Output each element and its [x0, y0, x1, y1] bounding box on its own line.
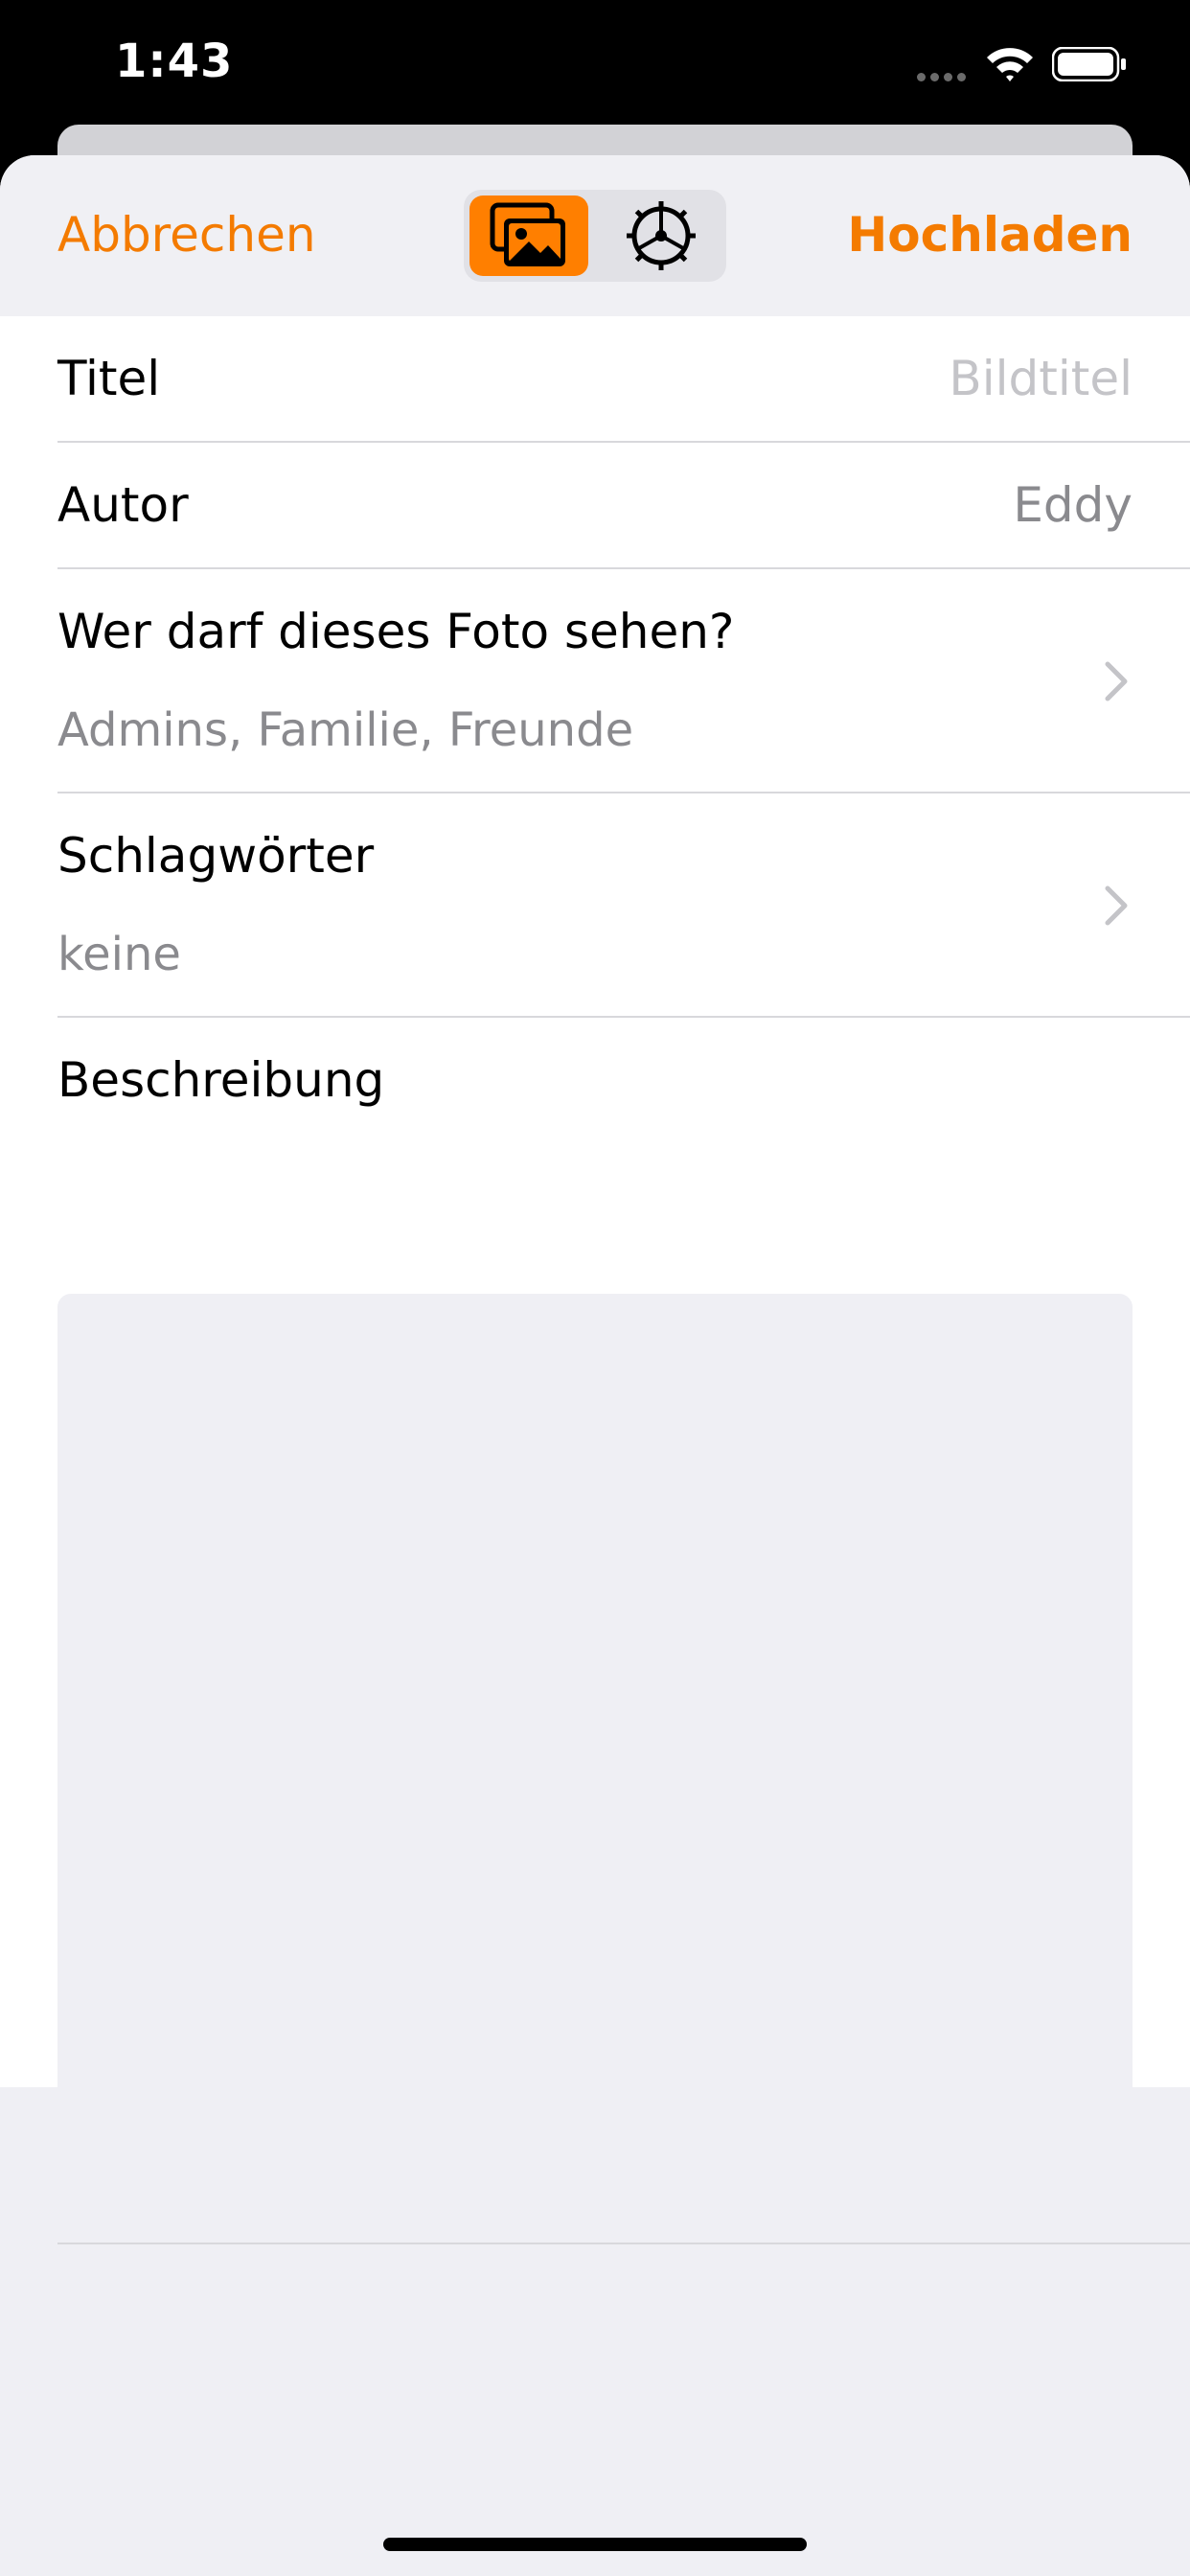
chevron-right-icon: [1105, 661, 1128, 702]
privacy-value: Admins, Familie, Freunde: [57, 703, 634, 757]
cancel-button[interactable]: Abbrechen: [57, 207, 316, 263]
navigation-bar: Abbrechen Hochladen: [0, 155, 1190, 317]
title-label: Titel: [57, 351, 161, 406]
privacy-label: Wer darf dieses Foto sehen?: [57, 604, 735, 659]
upload-sheet: Abbrechen Hochladen Titel Bildtitel Auto…: [0, 155, 1190, 2576]
author-label: Autor: [57, 477, 189, 533]
battery-icon: [1052, 47, 1126, 81]
status-time: 1:43: [115, 34, 234, 88]
photos-icon: [490, 202, 565, 266]
author-row[interactable]: Autor Eddy: [0, 443, 1190, 569]
home-indicator: [383, 2538, 807, 2551]
author-input[interactable]: Eddy: [1013, 477, 1133, 533]
title-row[interactable]: Titel Bildtitel: [0, 316, 1190, 443]
upload-form: Titel Bildtitel Autor Eddy Wer darf dies…: [0, 316, 1190, 2369]
segment-photo[interactable]: [469, 196, 588, 276]
segment-settings[interactable]: [602, 196, 721, 276]
upload-button[interactable]: Hochladen: [847, 207, 1133, 263]
title-input[interactable]: Bildtitel: [949, 351, 1133, 406]
tags-value: keine: [57, 928, 181, 981]
description-textarea[interactable]: [57, 1294, 1133, 2369]
segmented-control: [464, 190, 726, 282]
wifi-icon: [987, 48, 1033, 81]
tags-row[interactable]: Schlagwörter keine: [0, 794, 1190, 1018]
divider: [57, 1016, 1190, 1018]
gear-icon: [627, 201, 696, 270]
status-bar: 1:43: [0, 0, 1190, 129]
privacy-row[interactable]: Wer darf dieses Foto sehen? Admins, Fami…: [0, 569, 1190, 794]
tags-label: Schlagwörter: [57, 828, 375, 884]
description-label: Beschreibung: [57, 1052, 385, 1108]
chevron-right-icon: [1105, 886, 1128, 926]
divider: [57, 2242, 1190, 2244]
cellular-signal-icon: [917, 67, 973, 81]
